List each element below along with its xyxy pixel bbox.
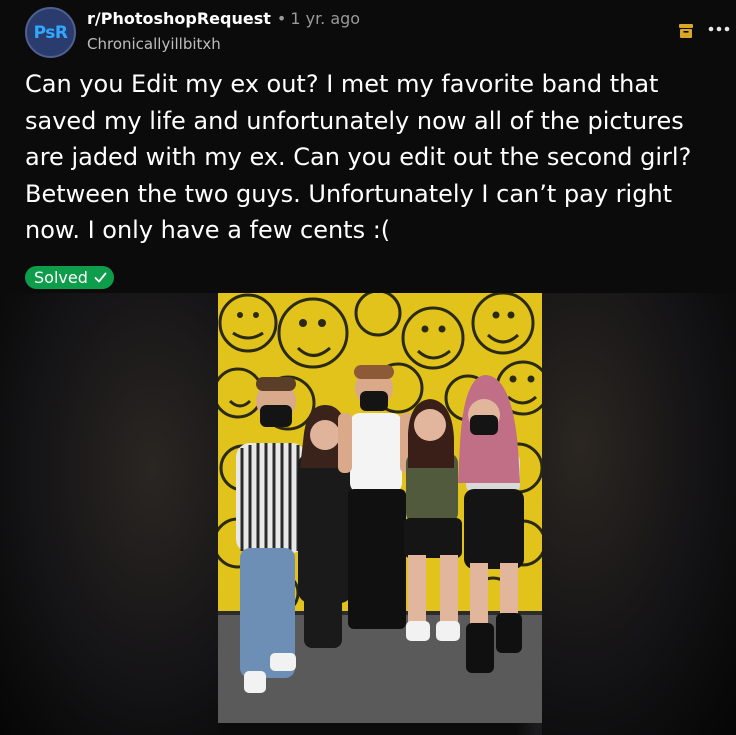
subreddit-avatar[interactable]: PsR bbox=[25, 7, 76, 58]
post-page: PsR r/PhotoshopRequest • 1 yr. ago Chronic… bbox=[0, 0, 736, 735]
checkmark-icon bbox=[94, 272, 107, 283]
subreddit-link[interactable]: r/PhotoshopRequest bbox=[87, 9, 271, 28]
post-meta: r/PhotoshopRequest • 1 yr. ago bbox=[87, 9, 360, 28]
post-title[interactable]: Can you Edit my ex out? I met my favorit… bbox=[25, 66, 725, 249]
post-header: PsR r/PhotoshopRequest • 1 yr. ago Chronic… bbox=[0, 0, 736, 64]
meta-separator: • bbox=[276, 9, 287, 28]
media-blur-left bbox=[0, 293, 218, 735]
person-5 bbox=[458, 375, 524, 673]
more-options-icon[interactable] bbox=[708, 23, 730, 35]
flair-label: Solved bbox=[34, 268, 88, 287]
post-media[interactable] bbox=[0, 293, 736, 735]
photo-scene bbox=[218, 293, 542, 723]
media-blur-right bbox=[542, 293, 736, 735]
solved-flair: Solved bbox=[25, 266, 114, 289]
avatar-label: PsR bbox=[33, 22, 68, 43]
author-link[interactable]: Chronicallyillbitxh bbox=[87, 35, 221, 53]
archive-icon bbox=[679, 24, 693, 38]
post-age: 1 yr. ago bbox=[290, 9, 361, 28]
post-photo[interactable] bbox=[218, 293, 542, 723]
